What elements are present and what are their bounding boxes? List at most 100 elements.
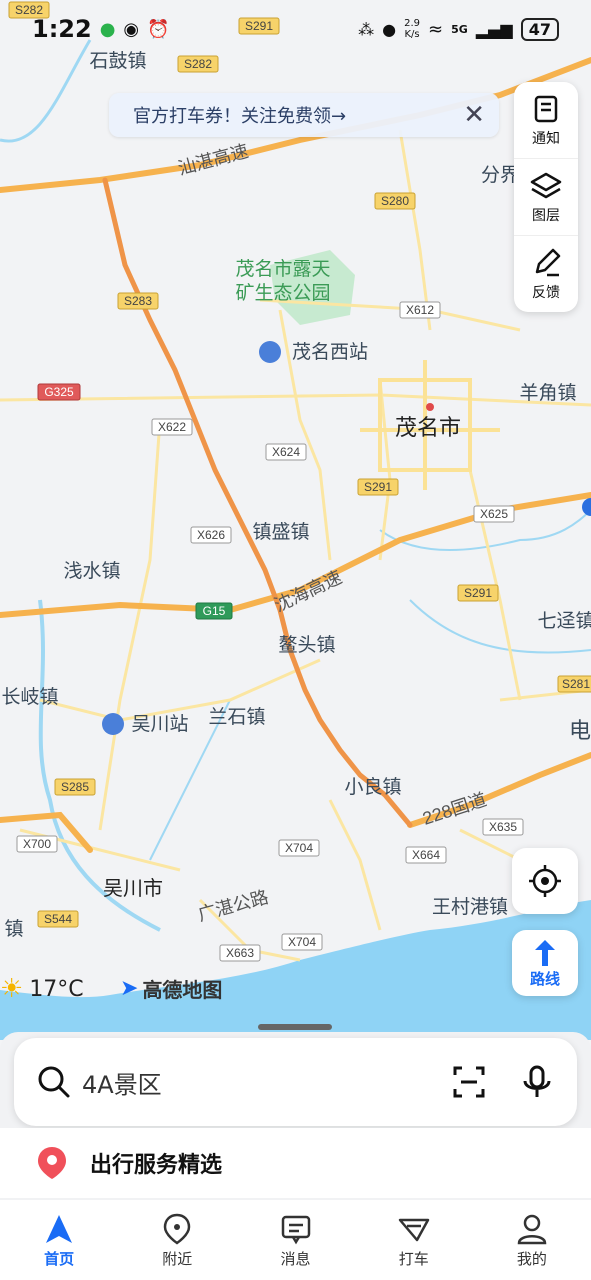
notice-icon	[534, 95, 558, 123]
notice-button[interactable]: 通知	[514, 82, 578, 159]
route-button[interactable]: 路线	[512, 930, 578, 996]
status-bar: 1:22 ● ◉ ⏰ ⁂ ● 2.9 K/s ≈ 5G ▂▄▆ 47	[0, 0, 591, 58]
alarm-icon: ⏰	[147, 18, 170, 40]
place-aotou: 鳌头镇	[278, 634, 335, 656]
message-icon	[281, 1215, 310, 1244]
wifi-icon: ≈	[428, 18, 444, 40]
place-yangjiao: 羊角镇	[519, 382, 576, 404]
map-tools-panel: 通知 图层 反馈	[514, 82, 578, 312]
road-shield-s282: S282	[177, 55, 219, 73]
road-shield-x635: X635	[482, 818, 524, 836]
road-shield-x704: X704	[278, 839, 320, 857]
bluetooth-icon: ⁂	[358, 19, 375, 39]
station-wuchuan: 吴川站	[131, 713, 188, 735]
road-shield-x626: X626	[190, 526, 232, 544]
tab-nearby[interactable]: 附近	[118, 1200, 236, 1280]
layers-icon	[530, 172, 562, 199]
weather-widget: ☀ 17°C	[0, 974, 84, 1004]
svg-text:X704: X704	[285, 841, 313, 855]
road-shield-g15: G15	[195, 602, 233, 620]
svg-text:X635: X635	[489, 820, 517, 834]
feedback-label: 反馈	[532, 285, 560, 301]
coupon-banner[interactable]: 官方打车券！关注免费领→ ✕	[109, 93, 499, 137]
city-maoming: 茂名市	[395, 415, 461, 440]
microphone-icon[interactable]	[519, 1064, 555, 1100]
road-shield-s285: S285	[54, 778, 96, 796]
tab-home[interactable]: 首页	[0, 1200, 118, 1280]
tab-nearby-label: 附近	[162, 1249, 193, 1268]
city-wuchuan: 吴川市	[103, 877, 163, 900]
road-shield-s281: S281	[557, 675, 591, 693]
station-maoming-west: 茂名西站	[292, 341, 368, 363]
layers-label: 图层	[532, 208, 560, 224]
svg-text:S280: S280	[381, 194, 409, 208]
svg-text:X612: X612	[406, 303, 434, 317]
road-shield-s291: S291	[457, 584, 499, 602]
close-icon[interactable]: ✕	[463, 100, 485, 130]
svg-text:S291: S291	[364, 480, 392, 494]
road-shield-s291: S291	[357, 478, 399, 496]
place-changqi: 长岐镇	[1, 686, 58, 708]
tab-profile[interactable]: 我的	[473, 1200, 591, 1280]
sheet-drag-handle[interactable]	[258, 1024, 332, 1030]
place-lanshi: 兰石镇	[208, 706, 265, 728]
coupon-text[interactable]: 官方打车券！关注免费领→	[133, 102, 463, 128]
feedback-button[interactable]: 反馈	[514, 236, 578, 312]
svg-text:X704: X704	[288, 935, 316, 949]
brand-logo: ➤ 高德地图	[120, 974, 222, 1003]
battery-indicator: 47	[520, 17, 559, 41]
layers-button[interactable]: 图层	[514, 159, 578, 236]
location-pin-icon	[164, 1213, 191, 1245]
road-shield-s280: S280	[374, 192, 416, 210]
place-qijing: 七迳镇	[537, 610, 591, 632]
road-shield-x704: X704	[281, 933, 323, 951]
feedback-icon	[535, 248, 561, 277]
status-time: 1:22	[32, 15, 92, 43]
place-zhen-left: 镇	[4, 918, 23, 940]
services-row[interactable]: 出行服务精选	[0, 1128, 591, 1198]
bottom-tab-bar: 首页 附近 消息 打车 我的	[0, 1200, 591, 1280]
road-shield-x664: X664	[405, 846, 447, 864]
location-pin-icon	[38, 1147, 66, 1179]
road-shield-g325: G325	[37, 383, 81, 401]
search-placeholder[interactable]: 4A景区	[82, 1065, 441, 1100]
search-bar[interactable]: 4A景区	[14, 1038, 577, 1126]
services-title: 出行服务精选	[90, 1153, 223, 1178]
svg-text:X624: X624	[272, 445, 300, 459]
svg-text:S285: S285	[61, 780, 89, 794]
svg-text:X663: X663	[226, 946, 254, 960]
user-icon	[517, 1214, 547, 1244]
tab-profile-label: 我的	[516, 1249, 547, 1268]
svg-text:G325: G325	[44, 385, 74, 399]
search-icon	[38, 1066, 70, 1098]
road-shield-x700: X700	[16, 835, 58, 853]
road-shield-x612: X612	[399, 301, 441, 319]
map-canvas[interactable]: 石鼓镇 茂名市露天 矿生态公园 茂名西站 茂名市 羊角镇 镇盛镇 浅水镇 鳌头镇…	[0, 0, 591, 1040]
park-name-2: 矿生态公园	[235, 282, 330, 304]
taxi-icon	[398, 1218, 429, 1241]
tab-taxi[interactable]: 打车	[355, 1200, 473, 1280]
svg-text:X626: X626	[197, 528, 225, 542]
wechat-icon: ●	[99, 18, 116, 40]
amap-logo-icon: ➤	[120, 976, 139, 1001]
place-wangcun: 王村港镇	[432, 896, 508, 918]
road-shield-x622: X622	[151, 418, 193, 436]
locate-button[interactable]	[512, 848, 578, 914]
tab-messages[interactable]: 消息	[236, 1200, 354, 1280]
route-arrow-icon	[535, 939, 555, 966]
location-icon: ●	[382, 19, 397, 39]
tab-messages-label: 消息	[280, 1249, 311, 1268]
svg-text:S282: S282	[184, 57, 212, 71]
brand-name: 高德地图	[142, 978, 223, 1002]
temperature: 17°C	[29, 976, 84, 1002]
tab-home-label: 首页	[44, 1249, 75, 1268]
station-pin	[259, 341, 281, 363]
road-shield-x624: X624	[265, 443, 307, 461]
route-label: 路线	[529, 969, 560, 988]
svg-text:G15: G15	[203, 604, 226, 618]
network-type: 5G	[451, 22, 468, 36]
scan-icon[interactable]	[451, 1064, 487, 1100]
road-shield-s544: S544	[37, 910, 79, 928]
network-speed: 2.9 K/s	[404, 18, 421, 40]
road-shield-s283: S283	[117, 292, 159, 310]
